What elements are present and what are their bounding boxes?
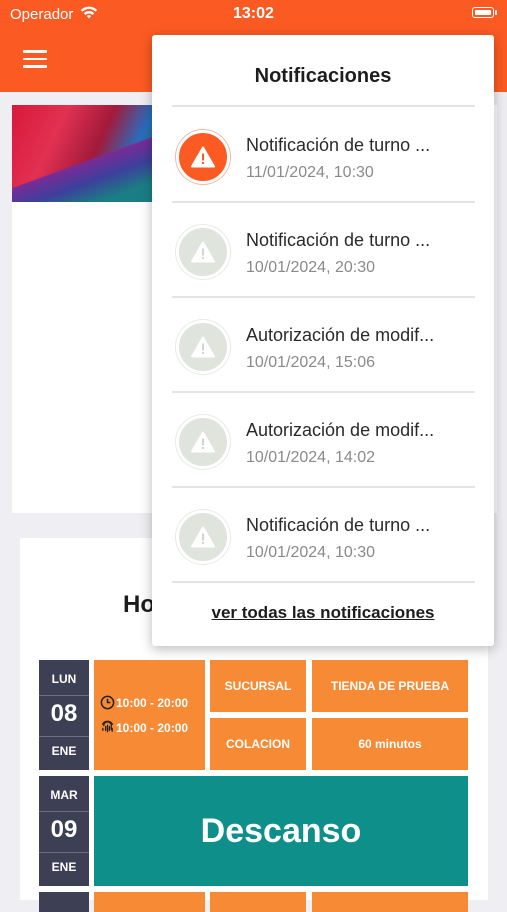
notification-title: Autorización de modif... — [246, 325, 435, 345]
day-number: 09 — [50, 816, 78, 843]
next-day-cell — [94, 892, 205, 912]
clock-in-time: 10:00 - 20:00 — [116, 721, 189, 735]
notification-date: 10/01/2024, 14:02 — [246, 449, 376, 466]
day-box-tue: MAR 09 ENE — [39, 776, 89, 886]
wifi-icon — [80, 6, 98, 19]
hamburger-menu-icon[interactable] — [23, 50, 47, 68]
banner-image — [12, 105, 157, 202]
notification-item[interactable]: Autorización de modif... 10/01/2024, 14:… — [172, 393, 475, 486]
battery-icon — [472, 7, 494, 18]
popup-title: Notificaciones — [254, 65, 392, 87]
notification-item[interactable]: Notificación de turno ... 11/01/2024, 10… — [172, 108, 475, 201]
carrier-name: Operador — [10, 6, 74, 23]
notification-title: Notificación de turno ... — [246, 515, 431, 535]
notification-title: Notificación de turno ... — [246, 135, 431, 155]
weekday-label: MAR — [50, 788, 78, 802]
next-day-cell — [312, 892, 468, 912]
schedule-title: Ho — [123, 591, 155, 618]
notification-item[interactable]: Notificación de turno ... 10/01/2024, 20… — [172, 203, 475, 296]
sucursal-value: TIENDA DE PRUEBA — [312, 660, 468, 712]
day-box-next — [39, 892, 89, 912]
divider — [172, 581, 475, 583]
notification-date: 10/01/2024, 15:06 — [246, 354, 376, 371]
notification-item[interactable]: Autorización de modif... 10/01/2024, 15:… — [172, 298, 475, 391]
divider — [172, 105, 475, 107]
notification-date: 10/01/2024, 10:30 — [246, 544, 376, 561]
month-label: ENE — [51, 744, 77, 758]
notification-date: 11/01/2024, 10:30 — [246, 164, 374, 181]
warning-icon — [176, 130, 230, 184]
sucursal-label: SUCURSAL — [210, 660, 306, 712]
clock-in-time-row: 10:00 - 20:00 — [100, 720, 188, 735]
next-day-cell — [210, 892, 306, 912]
colacion-value: 60 minutos — [312, 718, 468, 770]
colacion-label: COLACION — [210, 718, 306, 770]
fingerprint-icon — [101, 720, 114, 733]
shift-time: 10:00 - 20:00 — [116, 696, 189, 710]
notification-item[interactable]: Notificación de turno ... 10/01/2024, 10… — [172, 488, 475, 581]
status-time: 13:02 — [233, 5, 274, 22]
notification-title: Notificación de turno ... — [246, 230, 431, 250]
warning-icon — [176, 415, 230, 469]
month-label: ENE — [51, 860, 77, 874]
notification-date: 10/01/2024, 20:30 — [246, 259, 376, 276]
day-number: 08 — [50, 700, 78, 727]
warning-icon — [176, 225, 230, 279]
shift-time-row: 10:00 - 20:00 — [100, 695, 188, 710]
status-bar: Operador 13:02 — [0, 0, 507, 28]
day-box-mon: LUN 08 ENE — [39, 660, 89, 770]
clock-icon — [100, 695, 115, 710]
shift-times-cell[interactable]: 10:00 - 20:00 10:00 - 20:00 — [94, 660, 205, 770]
weekday-label: LUN — [51, 672, 77, 686]
warning-icon — [176, 510, 230, 564]
battery-tip — [495, 10, 497, 15]
rest-day-cell[interactable]: Descanso — [94, 776, 468, 886]
notifications-popup: Notificaciones Notificación de turno ...… — [152, 35, 494, 646]
see-all-notifications-link[interactable]: ver todas las notificaciones — [152, 603, 494, 623]
notification-title: Autorización de modif... — [246, 420, 435, 440]
warning-icon — [176, 320, 230, 374]
